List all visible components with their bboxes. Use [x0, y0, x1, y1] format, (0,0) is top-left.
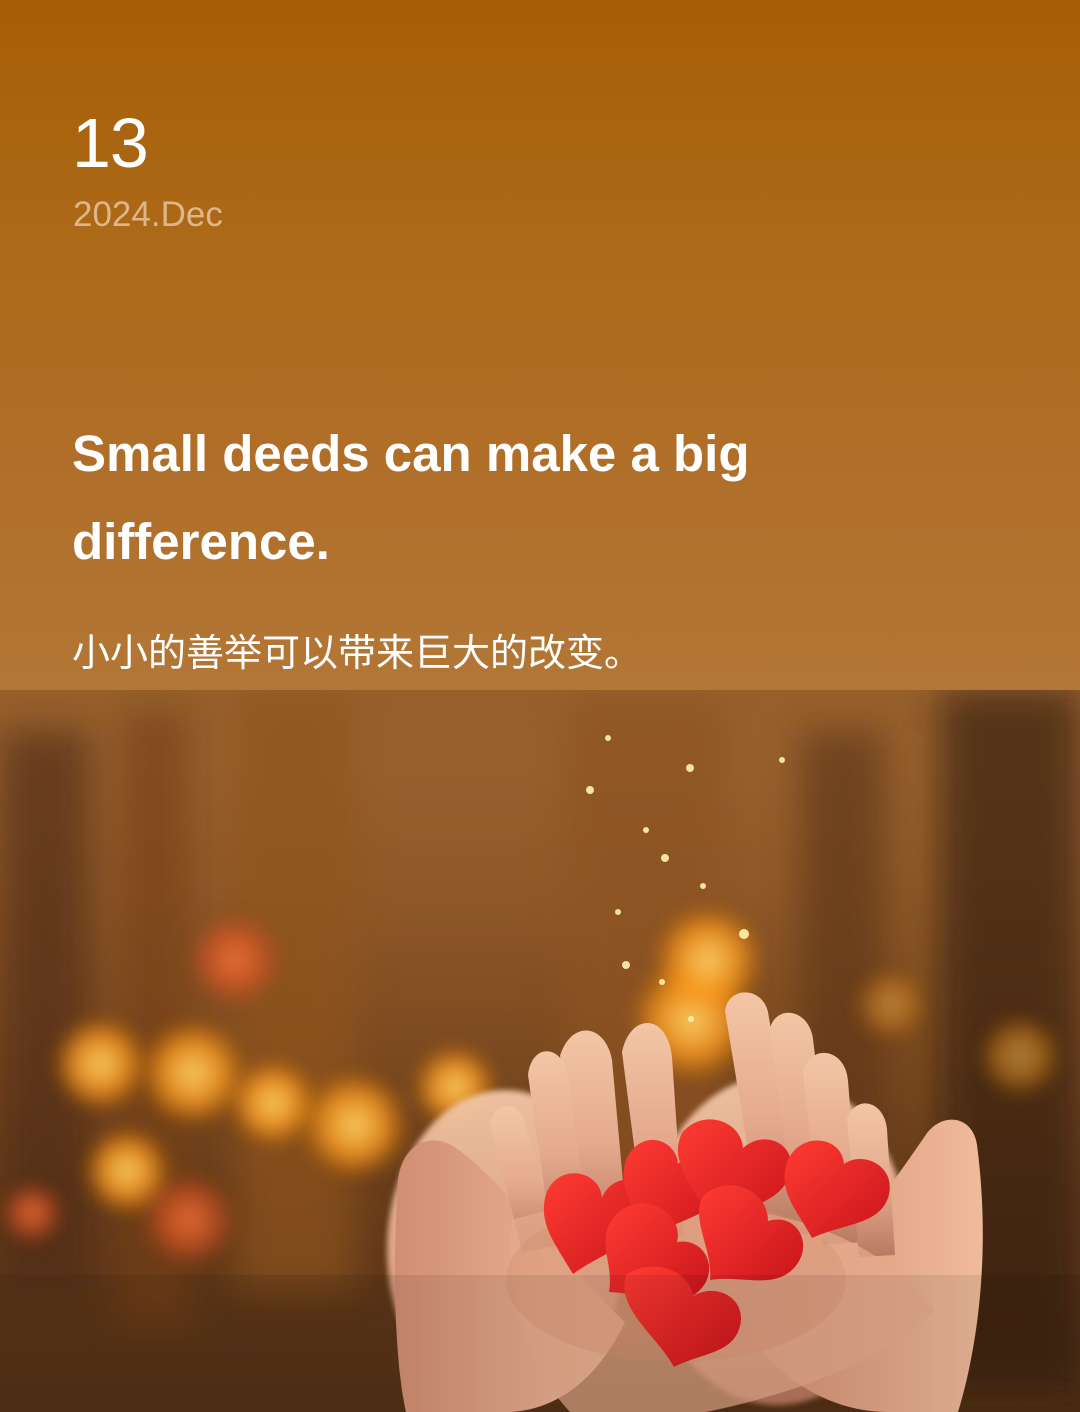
- quote-chinese: 小小的善举可以带来巨大的改变。: [72, 631, 643, 675]
- date-day: 13: [72, 104, 149, 182]
- date-month: 2024.Dec: [73, 195, 223, 234]
- hands-bokeh-illustration: [0, 690, 1080, 1412]
- quote-english: Small deeds can make a big difference.: [72, 425, 750, 570]
- daily-quote-card: 13 2024.Dec Small deeds can make a big d…: [0, 0, 1080, 1412]
